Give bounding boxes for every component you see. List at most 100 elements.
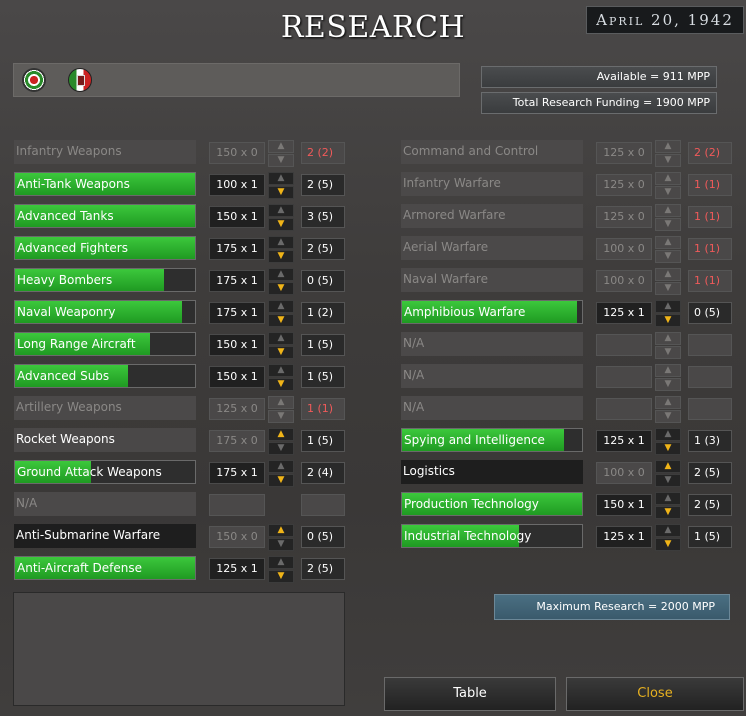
research-level: 1 (1) (301, 398, 345, 420)
roundel-icon[interactable] (22, 68, 46, 92)
increase-arrow-icon[interactable]: ▲ (268, 428, 294, 441)
research-name-label: Naval Warfare (403, 272, 488, 286)
research-name-label: Aerial Warfare (403, 240, 489, 254)
research-name[interactable]: Anti-Submarine Warfare (14, 524, 196, 548)
investment-stepper: ▲ ▼ (268, 300, 294, 328)
research-cost: 125 x 0 (596, 174, 652, 196)
research-level: 1 (1) (688, 270, 732, 292)
research-level: 1 (3) (688, 430, 732, 452)
increase-arrow-icon[interactable]: ▲ (655, 428, 681, 441)
research-name[interactable]: Heavy Bombers (14, 268, 196, 292)
research-name[interactable]: N/A (14, 492, 196, 516)
table-button[interactable]: Table (384, 677, 556, 711)
research-name-label: N/A (403, 400, 425, 414)
research-name[interactable]: Industrial Technology (401, 524, 583, 548)
research-name[interactable]: Long Range Aircraft (14, 332, 196, 356)
research-name[interactable]: Infantry Weapons (14, 140, 196, 164)
increase-arrow-icon[interactable]: ▲ (655, 492, 681, 505)
decrease-arrow-icon[interactable]: ▼ (268, 250, 294, 263)
decrease-arrow-icon[interactable]: ▼ (655, 250, 681, 263)
research-level: 3 (5) (301, 206, 345, 228)
investment-stepper: ▲ ▼ (268, 204, 294, 232)
increase-arrow-icon[interactable]: ▲ (268, 460, 294, 473)
research-name[interactable]: Aerial Warfare (401, 236, 583, 260)
research-name[interactable]: Armored Warfare (401, 204, 583, 228)
increase-arrow-icon[interactable]: ▲ (655, 364, 681, 377)
investment-stepper: ▲ ▼ (655, 300, 681, 328)
research-name[interactable]: Spying and Intelligence (401, 428, 583, 452)
increase-arrow-icon[interactable]: ▲ (655, 140, 681, 153)
increase-arrow-icon[interactable]: ▲ (655, 524, 681, 537)
decrease-arrow-icon[interactable]: ▼ (655, 538, 681, 551)
research-name[interactable]: N/A (401, 396, 583, 420)
decrease-arrow-icon[interactable]: ▼ (655, 186, 681, 199)
research-name[interactable]: Anti-Tank Weapons (14, 172, 196, 196)
increase-arrow-icon[interactable]: ▲ (655, 460, 681, 473)
increase-arrow-icon[interactable]: ▲ (655, 396, 681, 409)
increase-arrow-icon[interactable]: ▲ (268, 172, 294, 185)
increase-arrow-icon[interactable]: ▲ (268, 204, 294, 217)
decrease-arrow-icon[interactable]: ▼ (655, 442, 681, 455)
decrease-arrow-icon[interactable]: ▼ (268, 314, 294, 327)
decrease-arrow-icon[interactable]: ▼ (268, 570, 294, 583)
increase-arrow-icon[interactable]: ▲ (268, 332, 294, 345)
increase-arrow-icon[interactable]: ▲ (268, 140, 294, 153)
increase-arrow-icon[interactable]: ▲ (268, 268, 294, 281)
research-name[interactable]: Logistics (401, 460, 583, 484)
decrease-arrow-icon[interactable]: ▼ (655, 218, 681, 231)
decrease-arrow-icon[interactable]: ▼ (655, 410, 681, 423)
research-name[interactable]: Naval Weaponry (14, 300, 196, 324)
increase-arrow-icon[interactable]: ▲ (268, 364, 294, 377)
research-name[interactable]: Naval Warfare (401, 268, 583, 292)
decrease-arrow-icon[interactable]: ▼ (268, 218, 294, 231)
decrease-arrow-icon[interactable]: ▼ (655, 474, 681, 487)
research-name[interactable]: Artillery Weapons (14, 396, 196, 420)
decrease-arrow-icon[interactable]: ▼ (268, 186, 294, 199)
decrease-arrow-icon[interactable]: ▼ (655, 314, 681, 327)
research-row-production-technology: Production Technology 150 x 1 ▲ ▼ 2 (5) (401, 492, 737, 519)
decrease-arrow-icon[interactable]: ▼ (268, 346, 294, 359)
increase-arrow-icon[interactable]: ▲ (268, 556, 294, 569)
research-name[interactable]: Infantry Warfare (401, 172, 583, 196)
decrease-arrow-icon[interactable]: ▼ (655, 506, 681, 519)
decrease-arrow-icon[interactable]: ▼ (655, 154, 681, 167)
decrease-arrow-icon[interactable]: ▼ (655, 346, 681, 359)
increase-arrow-icon[interactable]: ▲ (655, 204, 681, 217)
increase-arrow-icon[interactable]: ▲ (655, 172, 681, 185)
decrease-arrow-icon[interactable]: ▼ (268, 442, 294, 455)
increase-arrow-icon[interactable]: ▲ (268, 236, 294, 249)
decrease-arrow-icon[interactable]: ▼ (268, 538, 294, 551)
increase-arrow-icon[interactable]: ▲ (655, 268, 681, 281)
research-name[interactable]: Amphibious Warfare (401, 300, 583, 324)
close-button[interactable]: Close (566, 677, 744, 711)
investment-stepper: ▲ ▼ (655, 460, 681, 488)
decrease-arrow-icon[interactable]: ▼ (268, 378, 294, 391)
increase-arrow-icon[interactable]: ▲ (655, 236, 681, 249)
research-name-label: Production Technology (404, 497, 539, 511)
research-name[interactable]: Advanced Fighters (14, 236, 196, 260)
research-row-long-range-aircraft: Long Range Aircraft 150 x 1 ▲ ▼ 1 (5) (14, 332, 350, 359)
decrease-arrow-icon[interactable]: ▼ (268, 474, 294, 487)
increase-arrow-icon[interactable]: ▲ (655, 332, 681, 345)
research-name[interactable]: Command and Control (401, 140, 583, 164)
decrease-arrow-icon[interactable]: ▼ (268, 410, 294, 423)
research-name[interactable]: N/A (401, 332, 583, 356)
increase-arrow-icon[interactable]: ▲ (268, 300, 294, 313)
decrease-arrow-icon[interactable]: ▼ (655, 282, 681, 295)
increase-arrow-icon[interactable]: ▲ (268, 524, 294, 537)
italy-shield-icon[interactable] (68, 68, 92, 92)
research-name[interactable]: Advanced Tanks (14, 204, 196, 228)
research-name[interactable]: Anti-Aircraft Defense (14, 556, 196, 580)
decrease-arrow-icon[interactable]: ▼ (268, 282, 294, 295)
increase-arrow-icon[interactable]: ▲ (268, 396, 294, 409)
research-name[interactable]: Ground Attack Weapons (14, 460, 196, 484)
decrease-arrow-icon[interactable]: ▼ (268, 154, 294, 167)
research-level: 0 (5) (688, 302, 732, 324)
investment-stepper: ▲ ▼ (655, 364, 681, 392)
research-name[interactable]: Advanced Subs (14, 364, 196, 388)
decrease-arrow-icon[interactable]: ▼ (655, 378, 681, 391)
research-name[interactable]: Rocket Weapons (14, 428, 196, 452)
increase-arrow-icon[interactable]: ▲ (655, 300, 681, 313)
research-name[interactable]: N/A (401, 364, 583, 388)
research-name[interactable]: Production Technology (401, 492, 583, 516)
